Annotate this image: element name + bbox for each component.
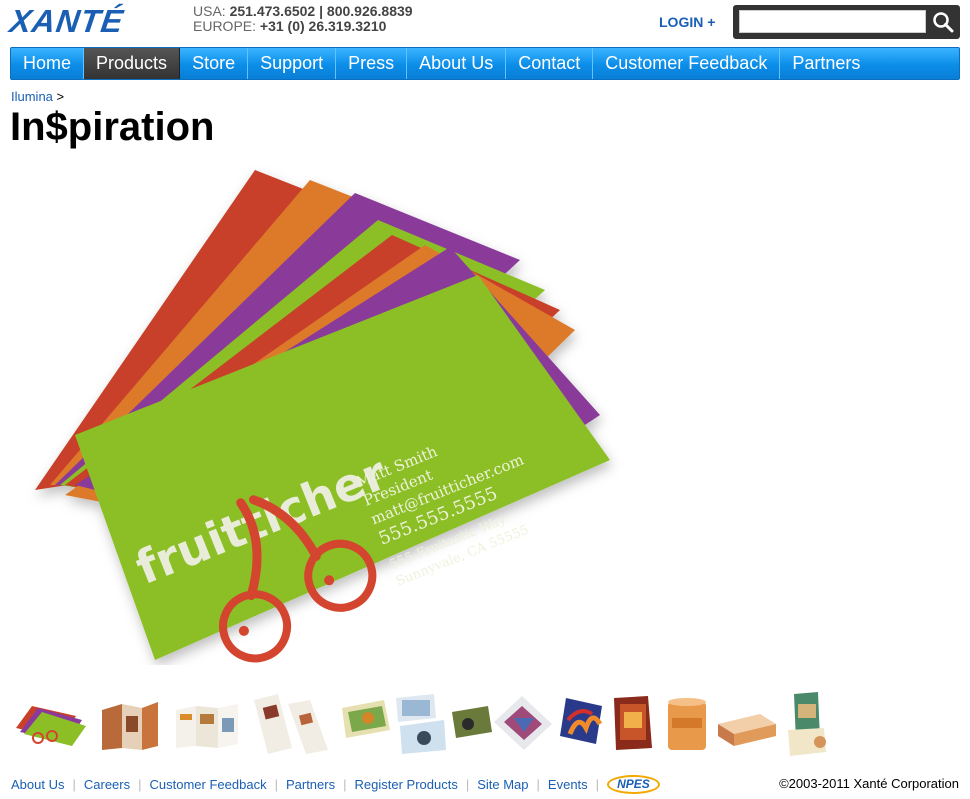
footer-link-careers[interactable]: Careers (84, 777, 130, 792)
thumbnail-motocross-cards[interactable] (448, 704, 494, 740)
footer-link-about-us[interactable]: About Us (11, 777, 64, 792)
thumbnail-strip (10, 690, 830, 760)
phone-numbers: USA: 251.473.6502 | 800.926.8839 EUROPE:… (193, 4, 413, 34)
thumbnail-book-cover[interactable] (608, 694, 658, 752)
nav-item-products[interactable]: Products (84, 48, 181, 79)
npes-logo[interactable]: NPES (607, 775, 660, 794)
usa-label: USA: (193, 3, 226, 19)
nav-item-store[interactable]: Store (180, 48, 249, 79)
thumbnail-flame-cards[interactable] (556, 694, 608, 750)
europe-label: EUROPE: (193, 18, 257, 34)
footer-link-customer-feedback[interactable]: Customer Feedback (150, 777, 267, 792)
thumbnail-door-hangers[interactable] (248, 692, 334, 754)
thumbnail-cylinder-package[interactable] (662, 696, 712, 754)
search-box (733, 5, 960, 39)
footer-separator: | (536, 777, 540, 792)
thumbnail-folded-brochure[interactable] (98, 698, 160, 754)
main-nav: Home Products Store Support Press About … (10, 47, 960, 80)
nav-item-contact[interactable]: Contact (506, 48, 594, 79)
footer-separator: | (595, 777, 600, 792)
search-button[interactable] (929, 9, 957, 35)
footer-link-partners[interactable]: Partners (286, 777, 335, 792)
breadcrumb-link-ilumina[interactable]: Ilumina (11, 89, 53, 104)
nav-item-customer-feedback[interactable]: Customer Feedback (593, 48, 781, 79)
copyright: ©2003-2011 Xanté Corporation (779, 776, 959, 791)
nav-item-partners[interactable]: Partners (780, 48, 872, 79)
thumbnail-trifold-brochure[interactable] (172, 700, 240, 750)
page-title: In$piration (10, 105, 215, 149)
thumbnail-photo-postcards[interactable] (390, 692, 450, 756)
search-input[interactable] (739, 10, 926, 33)
nav-item-support[interactable]: Support (248, 48, 337, 79)
footer-separator: | (465, 777, 470, 792)
footer-link-register-products[interactable]: Register Products (355, 777, 458, 792)
thumbnail-cd-sleeve[interactable] (492, 694, 554, 752)
footer-separator: | (274, 777, 278, 792)
footer-links: About Us | Careers | Customer Feedback |… (11, 775, 660, 794)
thumbnail-postcards[interactable] (338, 698, 394, 740)
logo-text: XANTÉ (7, 3, 126, 39)
hero-business-cards-image: fruitticher Matt Smith President matt@fr… (35, 170, 610, 663)
thumbnail-tall-box-package[interactable] (784, 690, 830, 758)
thumbnail-box-package[interactable] (714, 710, 780, 750)
thumbnail-business-cards[interactable] (12, 702, 88, 748)
login-link[interactable]: LOGIN + (659, 14, 715, 30)
footer-separator: | (72, 777, 76, 792)
footer-link-events[interactable]: Events (548, 777, 588, 792)
europe-phone: +31 (0) 26.319.3210 (259, 18, 387, 34)
footer-separator: | (343, 777, 347, 792)
breadcrumb: Ilumina > (11, 89, 64, 104)
usa-phone: 251.473.6502 | 800.926.8839 (229, 3, 413, 19)
site-header: XANTÉ USA: 251.473.6502 | 800.926.8839 E… (0, 0, 970, 46)
footer-separator: | (138, 777, 142, 792)
footer-link-site-map[interactable]: Site Map (477, 777, 528, 792)
search-icon (933, 12, 954, 33)
breadcrumb-separator: > (56, 89, 65, 104)
nav-item-press[interactable]: Press (336, 48, 408, 79)
nav-item-home[interactable]: Home (11, 48, 85, 79)
xante-logo[interactable]: XANTÉ (7, 3, 182, 39)
nav-item-about-us[interactable]: About Us (407, 48, 507, 79)
